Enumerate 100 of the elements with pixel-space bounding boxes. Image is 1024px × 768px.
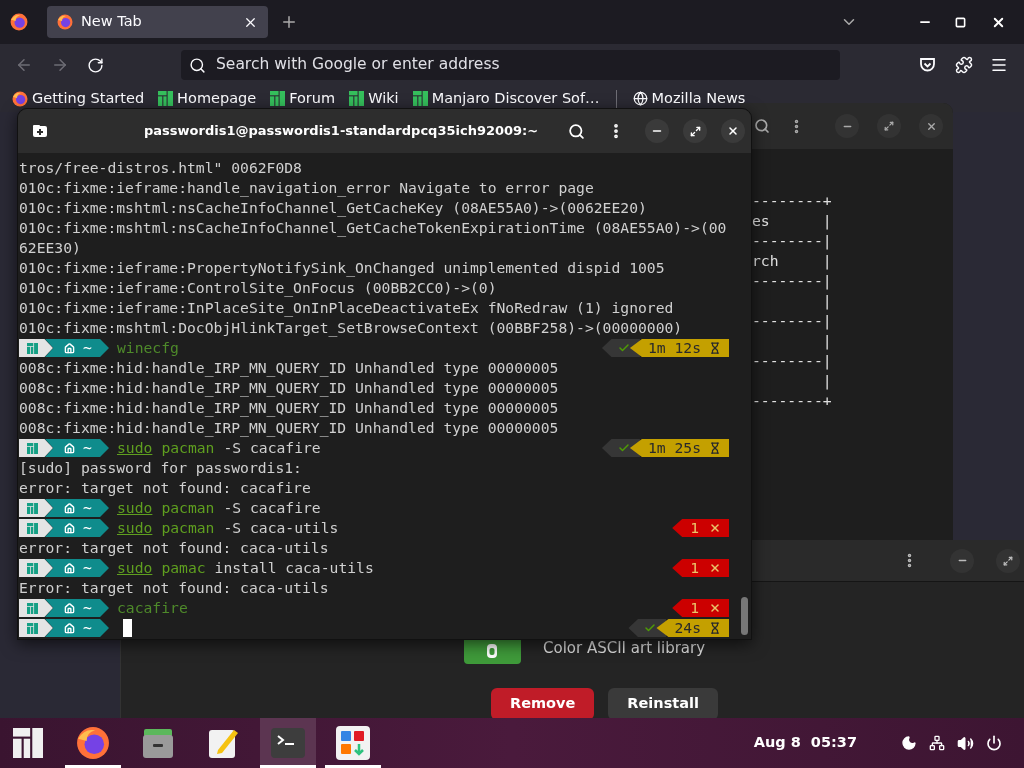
browser-tab[interactable]: New Tab — [47, 6, 268, 38]
network-icon[interactable] — [929, 735, 945, 751]
close-button[interactable] — [919, 114, 943, 138]
directory-text: ~ — [83, 618, 92, 638]
check-icon — [617, 442, 630, 454]
manjaro-logo-icon — [27, 442, 38, 454]
terminal-output: 010c:fixme:mshtml:nsCacheInfoChannel_GetCacheTokenExpirationTime (08AE55A0)->(00 — [19, 218, 728, 238]
check-icon — [644, 622, 657, 634]
terminal-output: 010c:fixme:mshtml:DocObjHlinkTarget_SetBrowseContext (00BBF258)->(00000000) — [19, 318, 684, 338]
manjaro-logo-icon — [349, 91, 365, 106]
command-text: pacman — [161, 518, 215, 538]
terminal-output: 008c:fixme:hid:handle_IRP_MN_QUERY_ID Unhandled type 00000005 — [19, 358, 560, 378]
terminal-output: 010c:fixme:ieframe:PropertyNotifySink_OnChanged unimplemented dispid 1005 — [19, 258, 666, 278]
home-icon — [64, 502, 75, 514]
command-text: sudo — [117, 558, 153, 578]
maximize-button[interactable] — [683, 119, 707, 143]
terminal-output: 008c:fixme:hid:handle_IRP_MN_QUERY_ID Unhandled type 00000005 — [19, 378, 560, 398]
firefox-icon — [12, 90, 28, 107]
directory-text: ~ — [83, 438, 92, 458]
search-icon[interactable] — [754, 118, 770, 134]
bookmark-item[interactable]: Mozilla News — [628, 90, 750, 107]
address-bar[interactable]: Search with Google or enter address — [181, 50, 840, 80]
close-icon — [925, 120, 937, 132]
volume-icon[interactable] — [957, 734, 974, 752]
home-icon — [64, 622, 75, 634]
command-text: sudo — [117, 498, 153, 518]
manjaro-logo-icon — [27, 602, 38, 614]
command-text: sudo — [117, 438, 153, 458]
minimize-button[interactable] — [645, 119, 669, 143]
manjaro-logo-icon — [158, 91, 174, 106]
cross-icon — [709, 602, 721, 614]
terminal-output: | — [821, 291, 832, 311]
manjaro-logo-icon — [270, 91, 286, 106]
terminal-output: --------+ — [752, 391, 832, 411]
tab-title: New Tab — [81, 12, 143, 32]
command-text: winecfg — [117, 338, 179, 358]
extensions-icon[interactable] — [955, 56, 973, 74]
terminal-output: | — [821, 331, 832, 351]
check-icon — [617, 342, 630, 354]
terminal-output: rch | — [752, 251, 832, 271]
terminal-output: [sudo] password for passwordis1: — [19, 458, 303, 478]
manjaro-menu-icon — [13, 728, 43, 758]
reload-icon[interactable] — [87, 56, 104, 74]
exit-code-text: 1 — [690, 518, 699, 538]
terminal-output: --------| — [752, 351, 832, 371]
power-icon[interactable] — [986, 735, 1002, 751]
night-mode-icon[interactable] — [901, 735, 917, 751]
command-text: install caca-utils — [214, 558, 374, 578]
exit-code-text: 1 — [690, 598, 699, 618]
manjaro-logo-icon — [27, 522, 38, 534]
forward-icon[interactable] — [51, 56, 69, 74]
home-icon — [64, 342, 75, 354]
scrollbar-thumb[interactable] — [741, 597, 748, 635]
new-tab-icon[interactable] — [32, 124, 48, 138]
manjaro-logo-icon — [27, 622, 38, 634]
menu-icon[interactable] — [990, 56, 1008, 74]
hourglass-icon — [709, 622, 721, 634]
command-text: pacman — [161, 438, 215, 458]
command-text: sudo — [117, 518, 153, 538]
firefox-icon — [76, 726, 110, 760]
manjaro-logo-icon — [412, 91, 428, 106]
maximize-button[interactable] — [996, 548, 1020, 573]
search-icon — [189, 56, 206, 74]
clock-time: 05:37 — [810, 733, 857, 753]
bookmark-item[interactable]: Manjaro Discover Sof… — [408, 90, 604, 107]
terminal-output: 010c:fixme:ieframe:handle_navigation_error Navigate to error page — [19, 178, 595, 198]
duration-text: 1m 12s — [647, 338, 701, 358]
terminal-output: 010c:fixme:ieframe:ControlSite_OnFocus (00BB2CC0)->(0) — [19, 278, 498, 298]
back-icon[interactable] — [15, 56, 33, 74]
software-store-icon — [336, 726, 370, 760]
taskbar-app[interactable] — [260, 718, 316, 768]
directory-text: ~ — [83, 598, 92, 618]
terminal-output: es | — [752, 211, 832, 231]
manjaro-logo-icon — [27, 502, 38, 514]
maximize-icon[interactable] — [955, 16, 966, 28]
terminal-output: 010c:fixme:ieframe:InPlaceSite_OnInPlaceDeactivateEx fNoRedraw (1) ignored — [19, 298, 675, 318]
terminal-output: | — [821, 371, 832, 391]
search-icon[interactable] — [568, 122, 585, 140]
duration-text: 1m 25s — [647, 438, 701, 458]
hourglass-icon — [709, 442, 721, 454]
home-icon — [64, 562, 75, 574]
directory-text: ~ — [83, 498, 92, 518]
maximize-icon — [1003, 555, 1013, 566]
bookmark-item[interactable]: Getting Started — [8, 90, 149, 107]
terminal-output: --------+ — [752, 191, 832, 211]
bookmark-item[interactable]: Forum — [266, 90, 340, 107]
directory-text: ~ — [83, 518, 92, 538]
remove-button[interactable]: Remove — [491, 688, 595, 718]
command-text: -S cacafire — [223, 498, 321, 518]
bookmark-item[interactable]: Wiki — [345, 90, 403, 107]
terminal-output: --------| — [752, 311, 832, 331]
terminal-output: 008c:fixme:hid:handle_IRP_MN_QUERY_ID Unhandled type 00000005 — [19, 418, 560, 438]
maximize-icon — [884, 121, 894, 131]
close-button[interactable] — [721, 119, 745, 143]
firefox-menu-icon — [10, 13, 28, 31]
terminal-output: 62EE30) — [19, 238, 82, 258]
terminal-output: --------| — [752, 231, 832, 251]
pocket-icon[interactable] — [919, 57, 936, 73]
reinstall-button[interactable]: Reinstall — [608, 688, 718, 718]
bookmark-item[interactable]: Homepage — [154, 90, 261, 107]
